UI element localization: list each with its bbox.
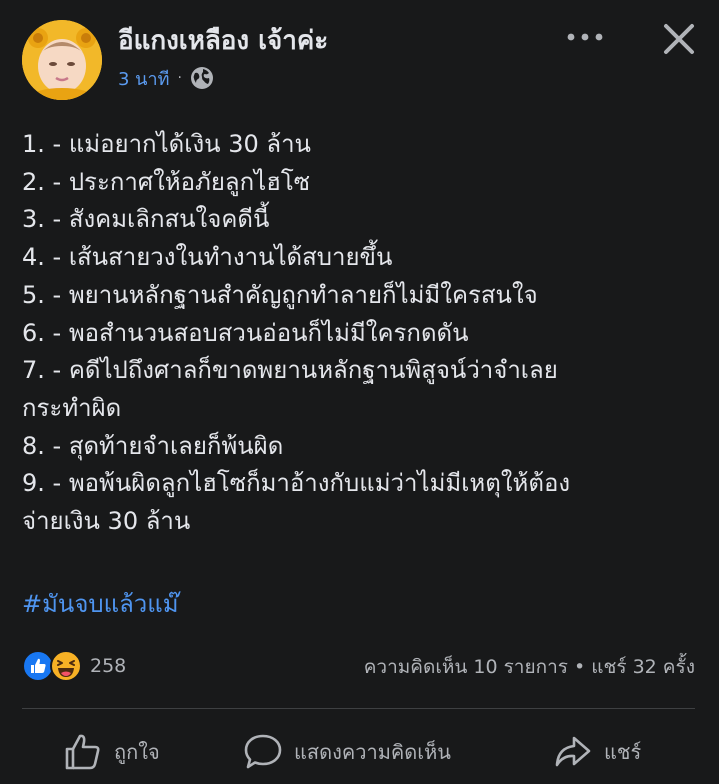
like-label: ถูกใจ [114, 740, 160, 764]
share-label: แชร์ [604, 740, 642, 764]
shares-count-link[interactable]: แชร์ 32 ครั้ง [591, 656, 695, 678]
post-line: กระทำผิด [22, 393, 122, 422]
close-button[interactable] [658, 18, 700, 60]
close-icon [664, 24, 694, 54]
thumbs-up-icon [65, 734, 100, 770]
avatar-image [22, 20, 102, 100]
post-line: 3. - สังคมเลิกสนใจคดีนี้ [22, 205, 270, 234]
share-button[interactable]: แชร์ [552, 730, 641, 774]
post-stats: ความคิดเห็น 10 รายการ • แชร์ 32 ครั้ง [364, 652, 695, 682]
author-name[interactable]: อีแกงเหลือง เจ้าค่ะ [118, 20, 328, 61]
meta-separator: · [177, 70, 182, 86]
post-meta: 3 นาที · [118, 64, 214, 92]
post-line: 5. - พยานหลักฐานสำคัญถูกทำลายก็ไม่มีใครส… [22, 280, 538, 309]
comment-bubble-icon [244, 734, 282, 769]
globe-icon[interactable] [190, 66, 214, 90]
post-line: 2. - ประกาศให้อภัยลูกไฮโซ [22, 167, 311, 196]
post-text: 1. - แม่อยากได้เงิน 30 ล้าน 2. - ประกาศใ… [22, 126, 702, 541]
post-header: อีแกงเหลือง เจ้าค่ะ 3 นาที · [0, 0, 719, 110]
post-time[interactable]: 3 นาที [118, 64, 169, 93]
comments-count-link[interactable]: ความคิดเห็น 10 รายการ [364, 656, 568, 678]
divider [22, 708, 695, 709]
comment-button[interactable]: แสดงความคิดเห็น [242, 730, 451, 774]
post-line: 8. - สุดท้ายจำเลยก็พ้นผิด [22, 431, 284, 460]
post-line: 7. - คดีไปถึงศาลก็ขาดพยานหลักฐานพิสูจน์ว… [22, 356, 558, 385]
post-line: จ่ายเงิน 30 ล้าน [22, 507, 191, 536]
avatar[interactable] [22, 20, 102, 100]
reaction-count: 258 [90, 655, 127, 677]
hashtag-link[interactable]: #มันจบแล้วแม๊ [22, 584, 179, 623]
post-line: 6. - พอสำนวนสอบสวนอ่อนก็ไม่มีใครกดดัน [22, 318, 469, 347]
stats-separator: • [573, 656, 586, 678]
share-arrow-icon [555, 736, 591, 767]
post-line: 9. - พอพ้นผิดลูกไฮโซก็มาอ้างกับแม่ว่าไม่… [22, 469, 571, 498]
more-dots-icon [567, 33, 603, 41]
post-line: 1. - แม่อยากได้เงิน 30 ล้าน [22, 130, 311, 158]
more-options-button[interactable] [563, 22, 607, 52]
post-line: 4. - เส้นสายวงในทำงานได้สบายขึ้น [22, 243, 393, 272]
haha-reaction-icon [50, 650, 82, 682]
comment-label: แสดงความคิดเห็น [294, 740, 451, 764]
reactions-summary[interactable]: 258 [22, 648, 126, 684]
like-button[interactable]: ถูกใจ [62, 730, 160, 774]
post-action-bar: ถูกใจ แสดงความคิดเห็น แชร์ [0, 722, 719, 784]
